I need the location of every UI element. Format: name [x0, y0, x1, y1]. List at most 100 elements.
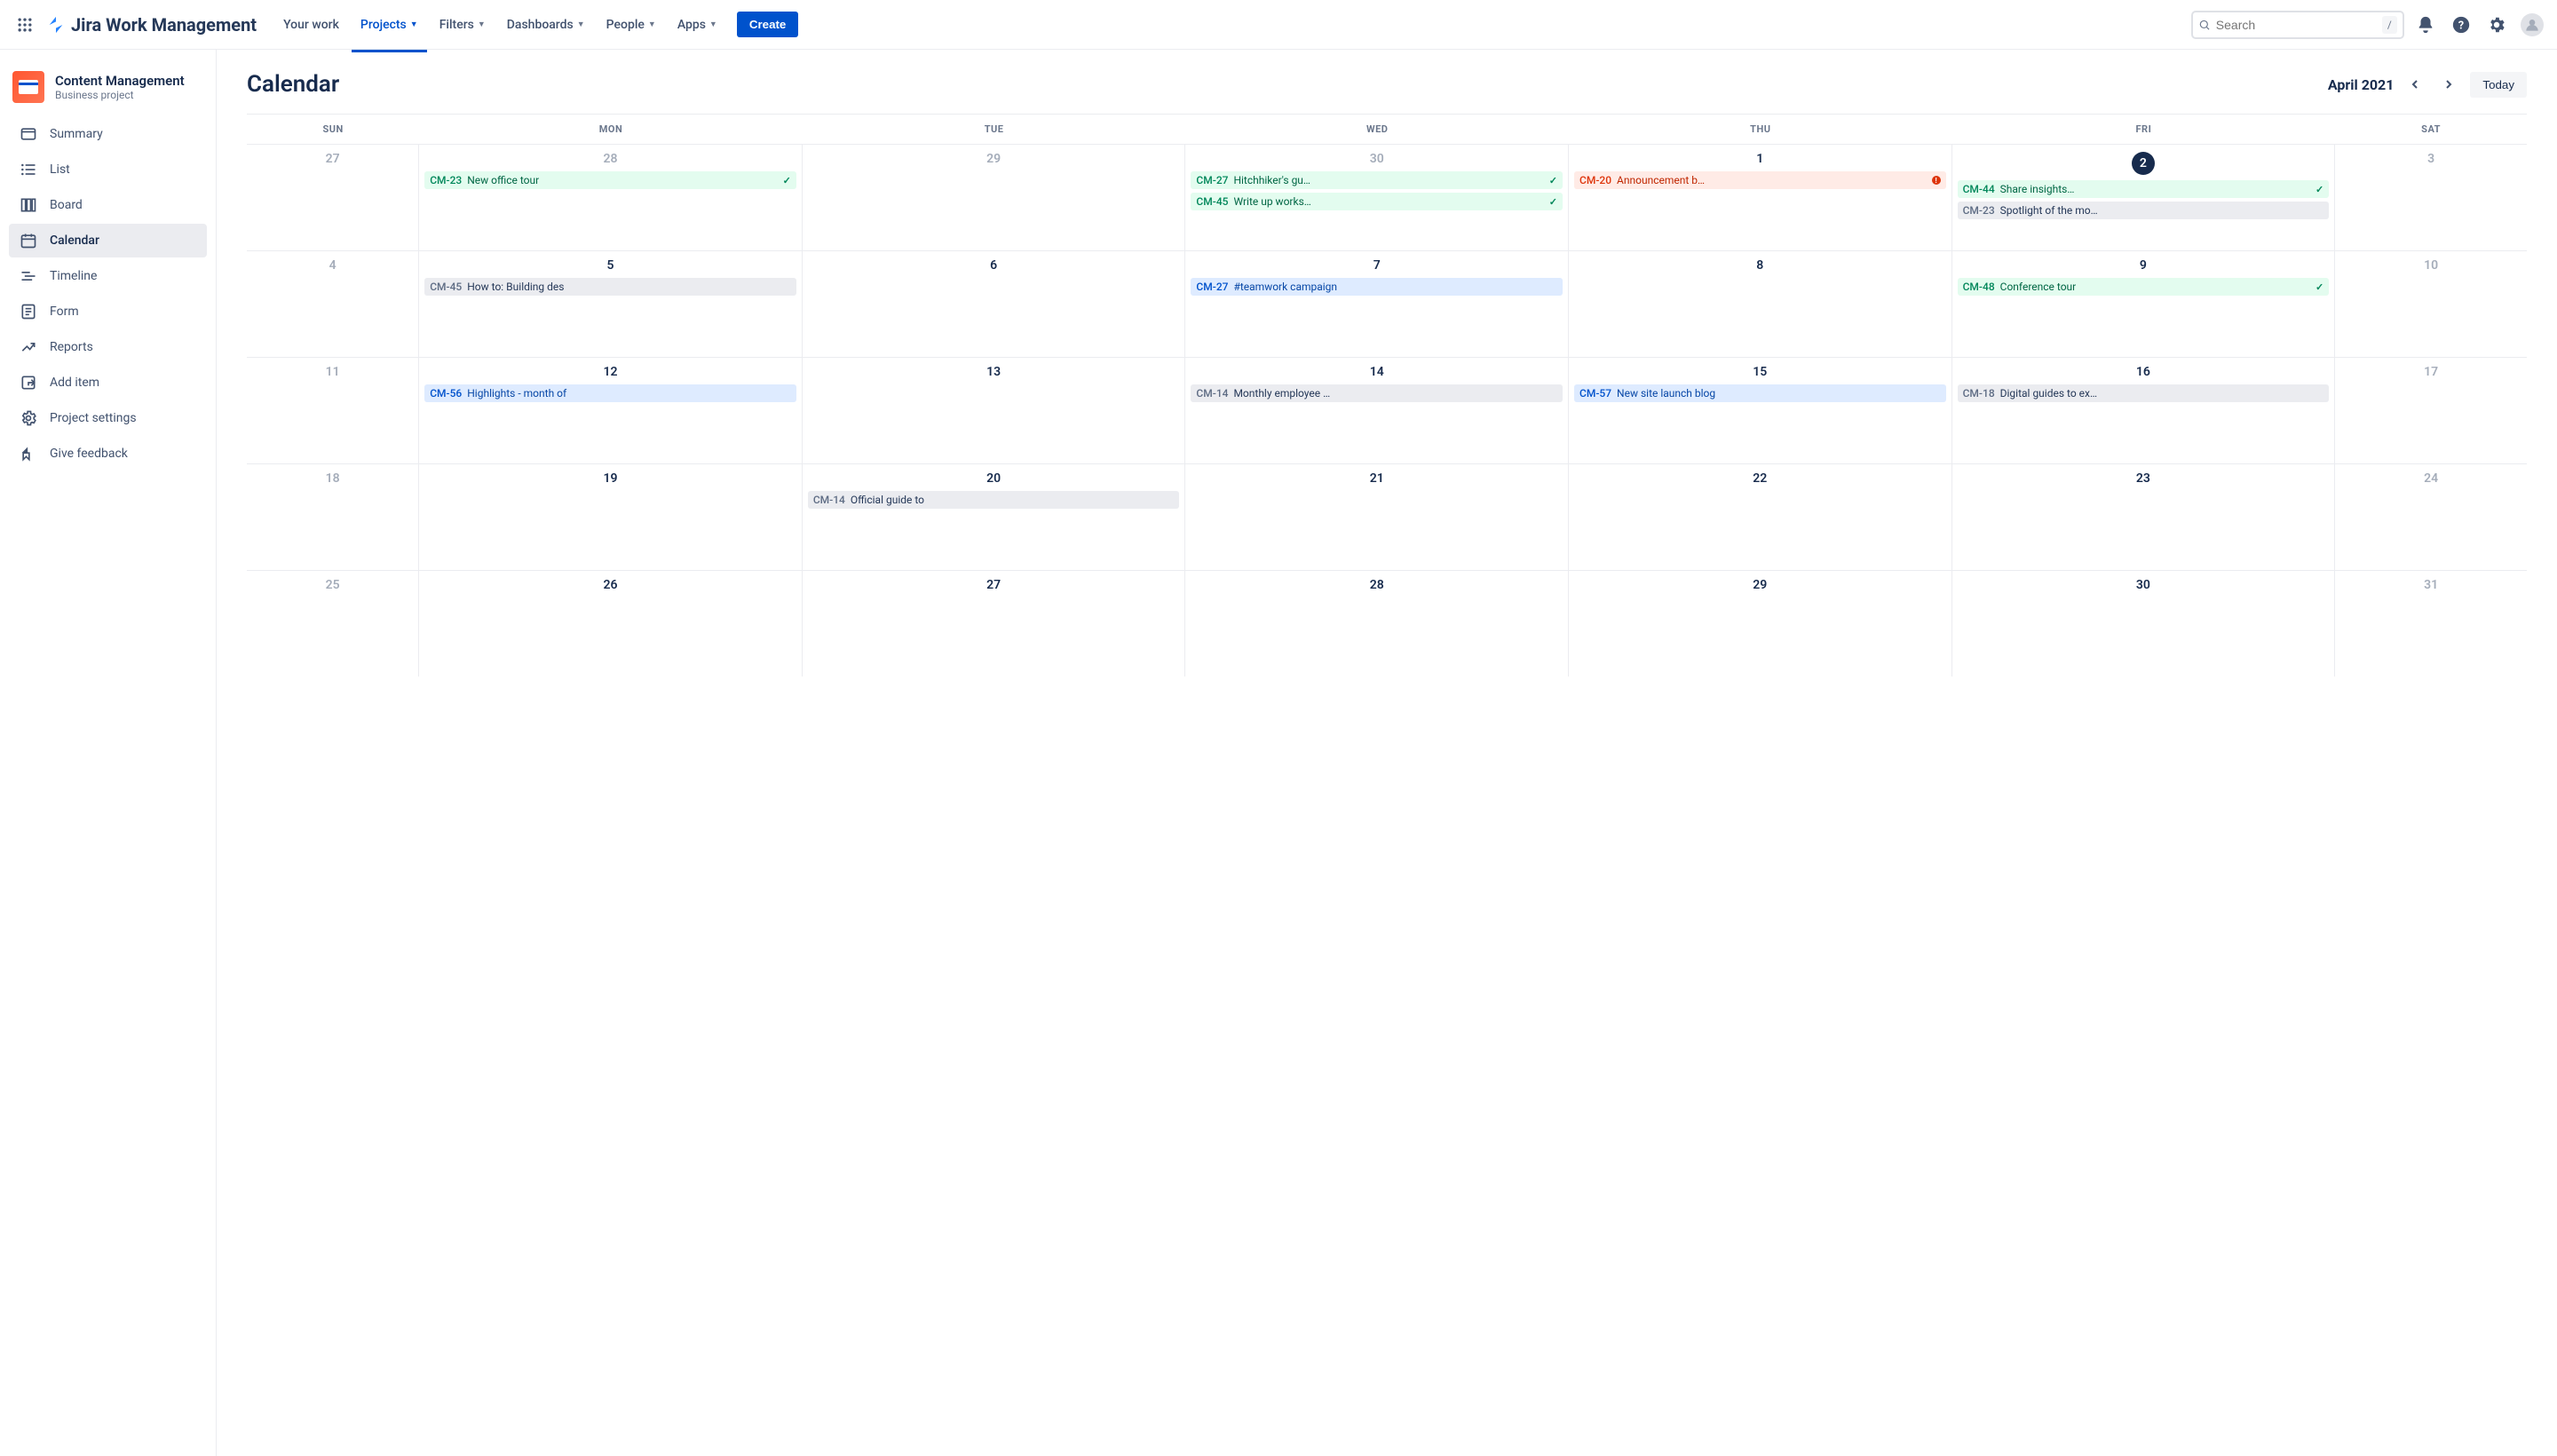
day-number: 27 — [808, 578, 1180, 592]
nav-item-label: Dashboards — [507, 18, 574, 32]
next-month-button[interactable] — [2436, 72, 2461, 97]
day-number: 29 — [1574, 578, 1946, 592]
calendar-day[interactable]: 13 — [803, 358, 1186, 463]
sidebar-item-board[interactable]: Board — [9, 188, 207, 222]
calendar-event[interactable]: CM-23New office tour✓ — [424, 171, 796, 189]
calendar-day[interactable]: 7CM-27#teamwork campaign — [1185, 251, 1569, 357]
calendar-event[interactable]: CM-48Conference tour✓ — [1958, 278, 2330, 296]
profile-avatar[interactable] — [2518, 11, 2546, 39]
calendar-day[interactable]: 31 — [2335, 571, 2527, 677]
calendar-event[interactable]: CM-27Hitchhiker's gu…✓ — [1191, 171, 1563, 189]
day-number: 10 — [2340, 258, 2521, 273]
chevron-down-icon: ▼ — [577, 20, 585, 29]
day-number: 8 — [1574, 258, 1946, 273]
sidebar-item-reports[interactable]: Reports — [9, 330, 207, 364]
calendar-day[interactable]: 21 — [1185, 464, 1569, 570]
calendar-day[interactable]: 16CM-18Digital guides to ex… — [1952, 358, 2336, 463]
calendar-week: 181920CM-14Official guide to212223 24 — [247, 463, 2527, 570]
calendar-event[interactable]: CM-18Digital guides to ex… — [1958, 384, 2330, 402]
calendar-event[interactable]: CM-57New site launch blog — [1574, 384, 1946, 402]
calendar-day[interactable]: 27 — [247, 145, 419, 250]
day-number: 24 — [2340, 471, 2521, 486]
create-button[interactable]: Create — [737, 12, 799, 37]
today-button[interactable]: Today — [2470, 72, 2527, 98]
calendar-event[interactable]: CM-14Monthly employee … — [1191, 384, 1563, 402]
sidebar-item-list[interactable]: List — [9, 153, 207, 186]
product-logo[interactable]: Jira Work Management — [46, 14, 257, 36]
calendar-day[interactable]: 10 — [2335, 251, 2527, 357]
nav-item-projects[interactable]: Projects▼ — [352, 12, 427, 37]
calendar-day[interactable]: 14CM-14Monthly employee … — [1185, 358, 1569, 463]
list-icon — [20, 161, 37, 178]
calendar-event[interactable]: CM-23Spotlight of the mo… — [1958, 202, 2330, 219]
dow-label: MON — [419, 115, 803, 144]
sidebar-item-label: Timeline — [50, 269, 97, 283]
day-events: CM-45How to: Building des — [424, 278, 796, 296]
main-header: Calendar April 2021 Today — [247, 71, 2527, 98]
calendar-day[interactable]: 5CM-45How to: Building des — [419, 251, 803, 357]
sidebar-item-calendar[interactable]: Calendar — [9, 224, 207, 257]
calendar-day[interactable]: 29 — [1569, 571, 1952, 677]
settings-icon[interactable] — [2482, 11, 2511, 39]
calendar-event[interactable]: CM-20Announcement b…! — [1574, 171, 1946, 189]
calendar-day[interactable]: 6 — [803, 251, 1186, 357]
sidebar-item-add-item[interactable]: Add item — [9, 366, 207, 400]
calendar-event[interactable]: CM-56Highlights - month of — [424, 384, 796, 402]
calendar-day[interactable]: 1CM-20Announcement b…! — [1569, 145, 1952, 250]
reports-icon — [20, 338, 37, 356]
event-key: CM-44 — [1963, 183, 1995, 195]
sidebar-item-project-settings[interactable]: Project settings — [9, 401, 207, 435]
calendar-day[interactable]: 19 — [419, 464, 803, 570]
event-key: CM-57 — [1579, 387, 1611, 400]
search-box[interactable]: / — [2191, 11, 2404, 39]
nav-item-your-work[interactable]: Your work — [274, 12, 348, 37]
calendar-day[interactable]: 17 — [2335, 358, 2527, 463]
calendar-event[interactable]: CM-14Official guide to — [808, 491, 1180, 509]
event-title: Digital guides to ex… — [2000, 387, 2324, 400]
calendar-day[interactable]: 28 — [1185, 571, 1569, 677]
prev-month-button[interactable] — [2403, 72, 2427, 97]
calendar-day[interactable]: 15CM-57New site launch blog — [1569, 358, 1952, 463]
search-input[interactable] — [2216, 18, 2377, 32]
calendar-event[interactable]: CM-45How to: Building des — [424, 278, 796, 296]
project-header[interactable]: Content Management Business project — [9, 67, 207, 117]
event-key: CM-56 — [430, 387, 462, 400]
sidebar-item-form[interactable]: Form — [9, 295, 207, 328]
calendar-day[interactable]: 11 — [247, 358, 419, 463]
calendar-event[interactable]: CM-45Write up works…✓ — [1191, 193, 1563, 210]
calendar-day[interactable]: 4 — [247, 251, 419, 357]
nav-item-filters[interactable]: Filters▼ — [431, 12, 495, 37]
calendar-day[interactable]: 18 — [247, 464, 419, 570]
nav-item-dashboards[interactable]: Dashboards▼ — [498, 12, 594, 37]
calendar-day[interactable]: 26 — [419, 571, 803, 677]
event-key: CM-23 — [1963, 204, 1995, 217]
alert-icon: ! — [1932, 176, 1941, 185]
calendar-day[interactable]: 22 — [1569, 464, 1952, 570]
calendar-day[interactable]: 3 — [2335, 145, 2527, 250]
calendar-event[interactable]: CM-27#teamwork campaign — [1191, 278, 1563, 296]
sidebar-item-summary[interactable]: Summary — [9, 117, 207, 151]
calendar-day[interactable]: 25 — [247, 571, 419, 677]
help-icon[interactable]: ? — [2447, 11, 2475, 39]
calendar-day[interactable]: 29 — [803, 145, 1186, 250]
calendar-day[interactable]: 23 — [1952, 464, 2336, 570]
calendar-day[interactable]: 30 — [1952, 571, 2336, 677]
calendar-day[interactable]: 24 — [2335, 464, 2527, 570]
notifications-icon[interactable] — [2411, 11, 2440, 39]
nav-item-apps[interactable]: Apps▼ — [669, 12, 726, 37]
calendar-day[interactable]: 27 — [803, 571, 1186, 677]
sidebar-item-give-feedback[interactable]: Give feedback — [9, 437, 207, 471]
calendar-day[interactable]: 12CM-56Highlights - month of — [419, 358, 803, 463]
calendar-day[interactable]: 28CM-23New office tour✓ — [419, 145, 803, 250]
nav-item-people[interactable]: People▼ — [598, 12, 665, 37]
calendar-day[interactable]: 8 — [1569, 251, 1952, 357]
calendar-event[interactable]: CM-44Share insights…✓ — [1958, 180, 2330, 198]
sidebar-item-timeline[interactable]: Timeline — [9, 259, 207, 293]
app-switcher-icon[interactable] — [11, 11, 39, 39]
calendar-day[interactable]: 9CM-48Conference tour✓ — [1952, 251, 2336, 357]
check-icon: ✓ — [1549, 196, 1557, 208]
event-key: CM-27 — [1196, 281, 1228, 293]
calendar-day[interactable]: 20CM-14Official guide to — [803, 464, 1186, 570]
calendar-day[interactable]: 2CM-44Share insights…✓CM-23Spotlight of … — [1952, 145, 2336, 250]
calendar-day[interactable]: 30CM-27Hitchhiker's gu…✓CM-45Write up wo… — [1185, 145, 1569, 250]
